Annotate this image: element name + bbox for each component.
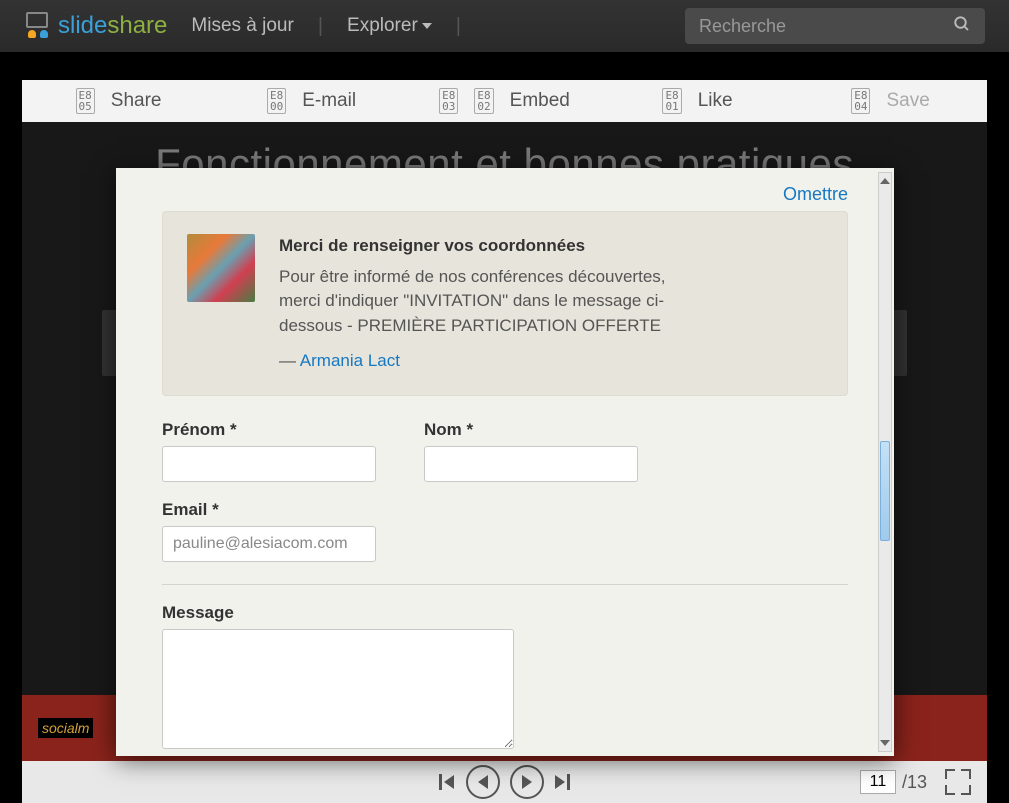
slide-footer-badge: socialm [38,718,93,738]
first-name-group: Prénom * [162,420,376,482]
email-action[interactable]: E800 E-mail [215,88,408,114]
share-action[interactable]: E805 Share [22,88,215,114]
last-name-label: Nom * [424,420,638,440]
action-bar: E805 Share E800 E-mail E803 E802 Embed E801 L… [22,80,987,122]
nav-updates[interactable]: Mises à jour [191,15,293,37]
pager: /13 [860,770,927,794]
last-name-input[interactable] [424,446,638,482]
logo-text-slide: slide [58,12,107,39]
last-name-group: Nom * [424,420,638,482]
nav-explore-label: Explorer [347,15,418,37]
message-group: Message [162,603,848,749]
logo-text-share: share [107,12,167,39]
embed-icon: E803 [439,88,458,114]
info-body: Pour être informé de nos conférences déc… [279,265,699,339]
email-group: Email * [162,500,848,562]
email-input[interactable] [162,526,376,562]
search-input[interactable] [699,16,953,37]
modal-content: Omettre Merci de renseigner vos coordonn… [116,168,878,756]
nav-separator: | [456,15,461,38]
scroll-down-button[interactable] [879,735,891,751]
like-label: Like [698,90,733,112]
first-name-input[interactable] [162,446,376,482]
share-label: Share [111,90,162,112]
first-name-label: Prénom * [162,420,376,440]
topbar: slideshare Mises à jour | Explorer | [0,0,1009,52]
save-label: Save [886,90,929,112]
like-action[interactable]: E801 Like [601,88,794,114]
info-text: Merci de renseigner vos coordonnées Pour… [279,234,699,373]
fullscreen-button[interactable] [945,769,971,795]
last-slide-button[interactable] [554,773,572,791]
search-box[interactable] [685,8,985,44]
save-icon: E804 [851,88,870,114]
total-slides: /13 [902,772,927,793]
email-label: E-mail [302,90,356,112]
email-label: Email * [162,500,848,520]
scroll-thumb[interactable] [880,441,890,541]
nav-separator: | [318,15,323,38]
divider [162,584,848,585]
prev-slide-button[interactable] [466,765,500,799]
avatar [187,234,255,302]
name-row: Prénom * Nom * [162,420,848,482]
author-dash: — [279,351,300,370]
scrollbar[interactable] [878,172,892,752]
logo-icon [24,12,52,40]
logo[interactable]: slideshare [24,12,167,40]
player-bar: /13 [22,761,987,803]
next-slide-button[interactable] [510,765,544,799]
chevron-down-icon [422,23,432,29]
embed-icon-2: E802 [474,88,493,114]
message-label: Message [162,603,848,623]
message-textarea[interactable] [162,629,514,749]
current-slide-input[interactable] [860,770,896,794]
first-slide-button[interactable] [438,773,456,791]
embed-action[interactable]: E803 E802 Embed [408,88,601,114]
scroll-up-button[interactable] [879,173,891,189]
author-link[interactable]: Armania Lact [300,351,400,370]
info-heading: Merci de renseigner vos coordonnées [279,234,699,259]
search-icon[interactable] [953,15,971,38]
embed-label: Embed [510,90,570,112]
lead-form-modal: Omettre Merci de renseigner vos coordonn… [116,168,894,756]
author-line: — Armania Lact [279,349,699,374]
skip-link[interactable]: Omettre [162,184,848,205]
nav-explore[interactable]: Explorer [347,15,432,37]
info-box: Merci de renseigner vos coordonnées Pour… [162,211,848,396]
share-icon: E805 [76,88,95,114]
email-icon: E800 [267,88,286,114]
like-icon: E801 [662,88,681,114]
save-action[interactable]: E804 Save [794,88,987,114]
